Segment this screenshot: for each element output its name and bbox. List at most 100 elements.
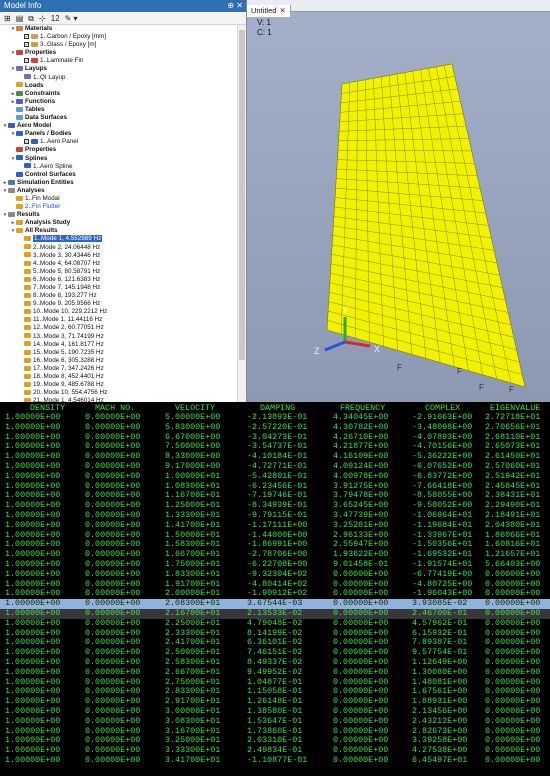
tree-item[interactable]: ✓ 1..Aero Panel: [0, 138, 237, 146]
visibility-checkbox[interactable]: ✓: [24, 58, 29, 64]
tree-item[interactable]: 1..Fin Modal: [0, 195, 237, 203]
toolbar-button-2[interactable]: ⧉: [28, 14, 34, 23]
tree-node-icon: [24, 341, 31, 347]
tree-item[interactable]: 1..Aero Spline: [0, 163, 237, 171]
tree-item[interactable]: Loads: [0, 82, 237, 90]
tree-item[interactable]: 6..Mode 6, 121.6383 Hz: [0, 276, 237, 284]
tree-item[interactable]: 13..Mode 3, 71.74199 Hz: [0, 333, 237, 341]
tree-item[interactable]: ▾ Panels / Bodies: [0, 130, 237, 138]
visibility-checkbox[interactable]: ✓: [24, 42, 29, 48]
tree-item[interactable]: ▸ Analysis Study: [0, 219, 237, 227]
tree-node-icon: [16, 114, 23, 120]
tree-item-label: Results: [17, 211, 40, 219]
tree-item-label: Analyses: [17, 186, 45, 194]
tree-node-icon: [24, 333, 31, 339]
toolbar-button-5[interactable]: ✎ ▾: [65, 14, 78, 23]
toolbar-button-4[interactable]: 12: [51, 14, 60, 23]
corner-label: F: [479, 383, 484, 392]
corner-label: F: [397, 363, 402, 372]
tree-item-label: 2..Mode 2, 24.06448 Hz: [33, 243, 101, 251]
tree-item[interactable]: 7..Mode 7, 145.1948 Hz: [0, 284, 237, 292]
visibility-checkbox[interactable]: ✓: [24, 33, 29, 39]
scrollbar-thumb[interactable]: [239, 30, 245, 360]
tree-item[interactable]: ▾ Layups: [0, 65, 237, 73]
tree-item[interactable]: 3..Mode 3, 30.43446 Hz: [0, 252, 237, 260]
fin-mesh-model[interactable]: X Y Z F F F F: [247, 12, 550, 402]
visibility-checkbox[interactable]: ✓: [24, 139, 29, 145]
tree-item[interactable]: 10..Mode 10, 229.2212 Hz: [0, 308, 237, 316]
panel-titlebar: Model Info ⊕ ✕: [0, 0, 246, 12]
tree-item-label: 16..Mode 6, 305.3288 Hz: [33, 356, 104, 364]
tree-item[interactable]: ▸ Simulation Entities: [0, 179, 237, 187]
tree-item[interactable]: ▸ Constraints: [0, 90, 237, 98]
tree-item[interactable]: 19..Mode 9, 485.6788 Hz: [0, 381, 237, 389]
tree-item[interactable]: 14..Mode 4, 161.8177 Hz: [0, 341, 237, 349]
tree-node-icon: [16, 90, 23, 96]
tree-item[interactable]: 11..Mode 1, 11.44116 Hz: [0, 316, 237, 324]
tree-node-icon: [24, 284, 31, 290]
tree-node-icon: [24, 292, 31, 298]
tree-node-icon: [16, 228, 23, 234]
tree-node-icon: [24, 260, 31, 266]
tree-item[interactable]: Data Surfaces: [0, 114, 237, 122]
tree-item[interactable]: ✓ 3..Glass / Epoxy [m]: [0, 41, 237, 49]
tree-node-icon: [16, 203, 23, 209]
tree-item[interactable]: Properties: [0, 146, 237, 154]
console-cell: 6.45497E+01: [412, 754, 468, 765]
tree-item[interactable]: 1..Mode 1, 4.552989 Hz: [0, 235, 237, 243]
tree-item-label: Layups: [25, 65, 48, 73]
graphics-viewport[interactable]: Untitled ✕ X Y Z F F F F V: 1 C: 1: [247, 0, 550, 402]
tree-item[interactable]: 2..Fin Flutter: [0, 203, 237, 211]
tree-item[interactable]: 5..Mode 5, 80.58791 Hz: [0, 268, 237, 276]
toolbar-button-1[interactable]: ▤: [16, 14, 24, 23]
tree-item[interactable]: 18..Mode 8, 452.4401 Hz: [0, 373, 237, 381]
axis-label-y: Y: [342, 305, 348, 315]
tree-item-label: Loads: [25, 81, 44, 89]
tree-node-icon: [24, 276, 31, 282]
tree-item[interactable]: Control Surfaces: [0, 171, 237, 179]
tree-item[interactable]: ▾ Splines: [0, 155, 237, 163]
tree-node-icon: [16, 98, 23, 104]
tree-item-label: 11..Mode 1, 11.44116 Hz: [33, 316, 103, 324]
tree-item[interactable]: ▾ Results: [0, 211, 237, 219]
panel-window-buttons[interactable]: ⊕ ✕: [227, 0, 243, 12]
toolbar-button-0[interactable]: ⊞: [4, 14, 11, 23]
tree-item[interactable]: 16..Mode 6, 305.3288 Hz: [0, 357, 237, 365]
tree-item[interactable]: ✓ 1..Carbon / Epoxy [mm]: [0, 33, 237, 41]
tree-item[interactable]: 9..Mode 9, 205.9566 Hz: [0, 300, 237, 308]
tree-item-label: Constraints: [25, 89, 60, 97]
tree-item-label: Tables: [25, 105, 45, 113]
tree-item[interactable]: 4..Mode 4, 64.08707 Hz: [0, 260, 237, 268]
tree-item[interactable]: ▾ Materials: [0, 25, 237, 33]
tree-item[interactable]: 8..Mode 8, 193.277 Hz: [0, 292, 237, 300]
tree-item[interactable]: 2..Mode 2, 24.06448 Hz: [0, 244, 237, 252]
tree-item-label: Aero Model: [17, 122, 52, 130]
tree-item-label: 15..Mode 5, 190.7235 Hz: [33, 348, 104, 356]
tree-item[interactable]: Tables: [0, 106, 237, 114]
viewport-tabbar: Untitled ✕: [247, 0, 550, 17]
tree-item[interactable]: 15..Mode 5, 190.7235 Hz: [0, 349, 237, 357]
tree-node-icon: [24, 74, 31, 80]
tree-node-icon: [16, 220, 23, 226]
tree-item[interactable]: 1..QI Layup: [0, 74, 237, 82]
console-cell: 0.00000E+00: [485, 754, 541, 765]
tree-item-label: All Results: [25, 227, 58, 235]
tree-item[interactable]: ✓ 1..Laminate Fin: [0, 57, 237, 65]
tree-node-icon: [24, 236, 31, 242]
tree-item-label: 1..Aero Panel: [40, 138, 79, 146]
toolbar-button-3[interactable]: ⊹: [39, 14, 46, 23]
tree-item[interactable]: ▾ Properties: [0, 49, 237, 57]
tree-scrollbar[interactable]: [237, 25, 246, 402]
tree-item[interactable]: 20..Mode 10, 554.4756 Hz: [0, 389, 237, 397]
tree-item[interactable]: ▾ All Results: [0, 227, 237, 235]
tree-item[interactable]: 17..Mode 7, 347.2426 Hz: [0, 365, 237, 373]
panel-toolbar: ⊞ ▤ ⧉ ⊹ 12 ✎ ▾: [0, 12, 246, 25]
tree-item[interactable]: 12..Mode 2, 60.77051 Hz: [0, 324, 237, 332]
corner-label: F: [509, 385, 514, 394]
fin-surface: [326, 63, 526, 388]
tree-item[interactable]: ▸ Functions: [0, 98, 237, 106]
tree-item[interactable]: ▾ Aero Model: [0, 122, 237, 130]
tree-item[interactable]: ▾ Analyses: [0, 187, 237, 195]
tree-item-label: Materials: [25, 25, 53, 32]
tree-item-label: 14..Mode 4, 161.8177 Hz: [33, 340, 104, 348]
